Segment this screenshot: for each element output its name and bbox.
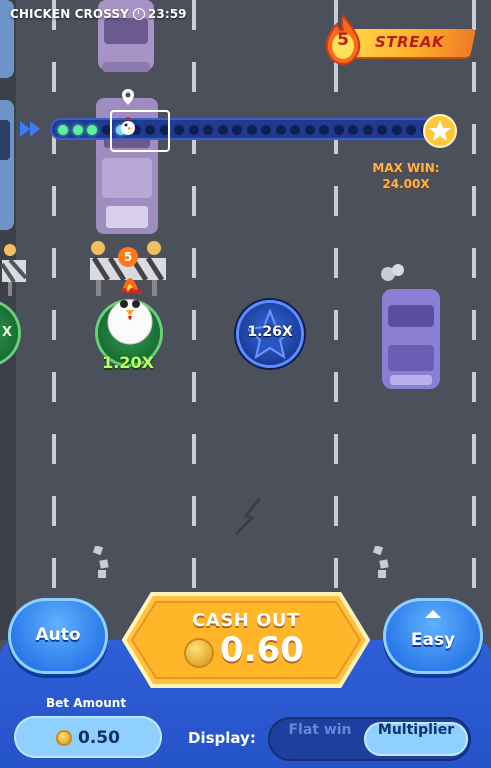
display-toggle: Flat win Multiplier <box>268 717 471 761</box>
location-pin-icon <box>122 89 134 105</box>
display-option-flat-win[interactable]: Flat win <box>274 722 366 756</box>
progress-dot <box>261 125 271 135</box>
progress-dot <box>406 125 416 135</box>
chicken-icon <box>107 278 153 345</box>
chicken-progress-icon <box>121 117 135 135</box>
current-multiplier-label: 1.20X <box>102 353 154 372</box>
cash-out-title: CASH OUT <box>192 610 300 631</box>
clock-icon <box>132 8 145 20</box>
smoke-icon <box>381 264 404 281</box>
streak-banner: STREAK 5 <box>323 14 476 65</box>
max-win-label: MAX WIN: 24.00X <box>356 160 456 192</box>
display-option-multiplier[interactable]: Multiplier <box>364 722 468 756</box>
progress-dot <box>362 125 373 135</box>
car-right <box>382 289 440 389</box>
road-debris <box>372 546 389 578</box>
coin-icon <box>184 638 214 668</box>
barrier-left <box>0 244 28 296</box>
progress-dot <box>348 125 358 135</box>
progress-dot <box>319 125 329 135</box>
fast-forward-icon <box>20 121 40 137</box>
progress-dot <box>58 125 68 135</box>
progress-dot <box>290 125 300 135</box>
max-win-star-icon <box>423 114 457 148</box>
previous-multiplier-label: X <box>2 325 13 340</box>
streak-label: STREAK <box>375 33 445 51</box>
chevron-up-icon <box>425 610 441 618</box>
chicken-streak-badge: 5 <box>118 247 138 267</box>
lane-divider <box>334 0 338 600</box>
progress-dot <box>232 125 242 135</box>
bet-amount-value: 0.50 <box>78 728 120 748</box>
max-win-title: MAX WIN: <box>372 161 440 175</box>
road-crack <box>234 497 262 536</box>
next-multiplier-label: 1.26X <box>247 324 293 340</box>
display-label: Display: <box>188 729 256 747</box>
progress-dot <box>72 125 83 135</box>
progress-dot <box>174 125 184 135</box>
streak-count: 5 <box>337 30 349 50</box>
lane-divider <box>52 0 56 600</box>
difficulty-label: Easy <box>410 630 456 650</box>
coin-icon <box>56 730 72 746</box>
progress-dot <box>217 125 228 135</box>
car-left <box>0 0 14 230</box>
app-header: CHICKEN CROSSY 23:59 <box>10 7 187 21</box>
auto-button[interactable]: Auto <box>8 598 108 674</box>
progress-dot <box>246 125 257 135</box>
progress-dot <box>87 125 97 135</box>
lane-divider <box>192 0 196 600</box>
auto-button-label: Auto <box>35 625 81 645</box>
progress-dot <box>203 125 213 135</box>
progress-dot <box>391 125 402 135</box>
progress-dot <box>275 125 286 135</box>
game-stage: X 5 1.20X 1.26X CHICKEN CROSSY 23:59 STR… <box>0 0 491 768</box>
lane-divider <box>472 0 476 600</box>
multiplier-chip-next[interactable]: 1.26X <box>239 303 301 365</box>
bet-amount-label: Bet Amount <box>46 696 127 710</box>
road-debris <box>92 546 109 578</box>
max-win-value: 24.00X <box>382 177 430 191</box>
game-title: CHICKEN CROSSY <box>10 7 129 21</box>
progress-dot <box>377 125 387 135</box>
header-time: 23:59 <box>147 7 187 21</box>
cash-out-value: 0.60 <box>220 630 304 670</box>
cash-out-button[interactable]: CASH OUT 0.60 <box>122 592 370 688</box>
difficulty-button[interactable]: Easy <box>383 598 483 674</box>
progress-dot <box>304 125 315 135</box>
progress-dot <box>333 125 344 135</box>
progress-dot <box>188 125 199 135</box>
